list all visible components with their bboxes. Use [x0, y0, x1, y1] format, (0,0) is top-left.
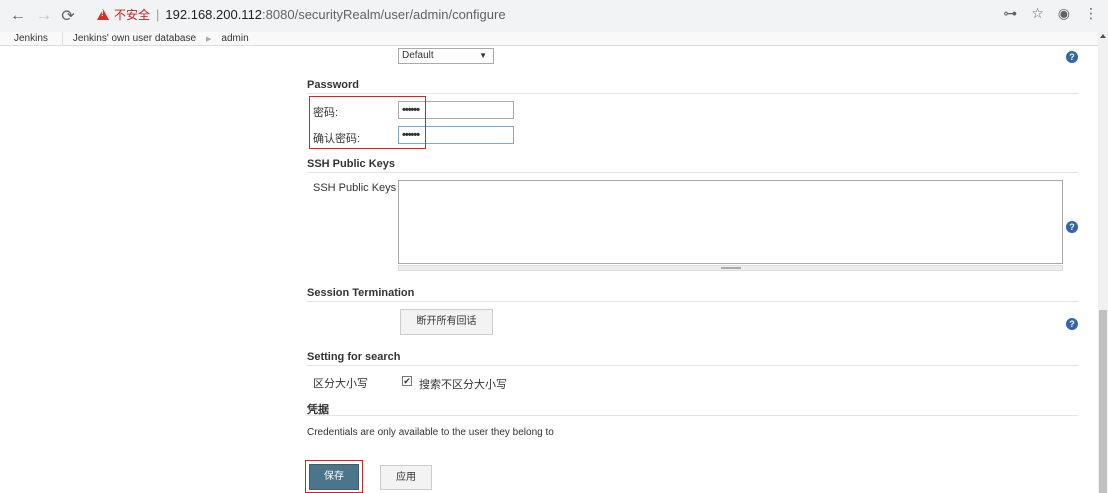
- credentials-note: Credentials are only available to the us…: [307, 427, 554, 438]
- textarea-resize-handle[interactable]: [398, 265, 1063, 271]
- divider: [307, 172, 1078, 173]
- scrollbar[interactable]: [1098, 32, 1108, 493]
- back-icon[interactable]: ←: [8, 6, 28, 26]
- terminate-sessions-button[interactable]: 断开所有回话: [400, 309, 493, 335]
- ssh-section-title: SSH Public Keys: [307, 158, 396, 170]
- forward-icon[interactable]: →: [34, 6, 54, 26]
- search-section-title: Setting for search: [307, 351, 401, 363]
- ssh-keys-textarea[interactable]: [398, 180, 1063, 264]
- case-insensitive-label: 搜索不区分大小写: [419, 379, 507, 391]
- reload-icon[interactable]: ⟳: [58, 6, 78, 26]
- breadcrumb-user-database[interactable]: Jenkins' own user database: [63, 32, 206, 46]
- case-insensitive-checkbox[interactable]: ✔: [402, 376, 412, 386]
- help-icon[interactable]: ?: [1066, 318, 1078, 330]
- address-separator: |: [156, 7, 160, 22]
- browser-actions: ⊶ ☆ ◉ ⋮: [1003, 5, 1098, 22]
- warning-icon: [97, 9, 109, 20]
- help-icon[interactable]: ?: [1066, 51, 1078, 63]
- star-icon[interactable]: ☆: [1031, 5, 1044, 22]
- divider: [307, 365, 1078, 366]
- highlight-box: [305, 460, 363, 493]
- breadcrumb-admin[interactable]: admin: [211, 32, 258, 46]
- url-text[interactable]: 192.168.200.112:8080/securityRealm/user/…: [165, 7, 505, 22]
- breadcrumb: Jenkins Jenkins' own user database ▶ adm…: [0, 31, 1098, 46]
- browser-toolbar: ← → ⟳ 不安全 | 192.168.200.112:8080/securit…: [0, 0, 1108, 32]
- apply-button[interactable]: 应用: [380, 465, 432, 490]
- breadcrumb-jenkins[interactable]: Jenkins: [0, 31, 63, 46]
- ssh-keys-label: SSH Public Keys: [313, 182, 397, 194]
- address-bar[interactable]: 不安全 | 192.168.200.112:8080/securityRealm…: [90, 3, 1010, 25]
- highlight-box: [309, 96, 426, 149]
- scroll-thumb[interactable]: [1099, 310, 1107, 493]
- menu-icon[interactable]: ⋮: [1084, 5, 1098, 22]
- key-icon[interactable]: ⊶: [1003, 5, 1017, 22]
- default-select[interactable]: Default ▼: [398, 48, 494, 64]
- session-section-title: Session Termination: [307, 287, 415, 299]
- divider: [307, 93, 1078, 94]
- case-sensitivity-label: 区分大小写: [313, 378, 368, 390]
- account-icon[interactable]: ◉: [1058, 5, 1070, 22]
- chevron-down-icon: ▼: [479, 51, 487, 60]
- security-warning[interactable]: 不安全 | 192.168.200.112:8080/securityRealm…: [97, 6, 506, 23]
- scroll-up-icon[interactable]: [1100, 34, 1106, 38]
- password-section-title: Password: [307, 79, 359, 91]
- help-icon[interactable]: ?: [1066, 221, 1078, 233]
- divider: [307, 415, 1078, 416]
- grip-icon: [720, 267, 741, 269]
- divider: [307, 301, 1078, 302]
